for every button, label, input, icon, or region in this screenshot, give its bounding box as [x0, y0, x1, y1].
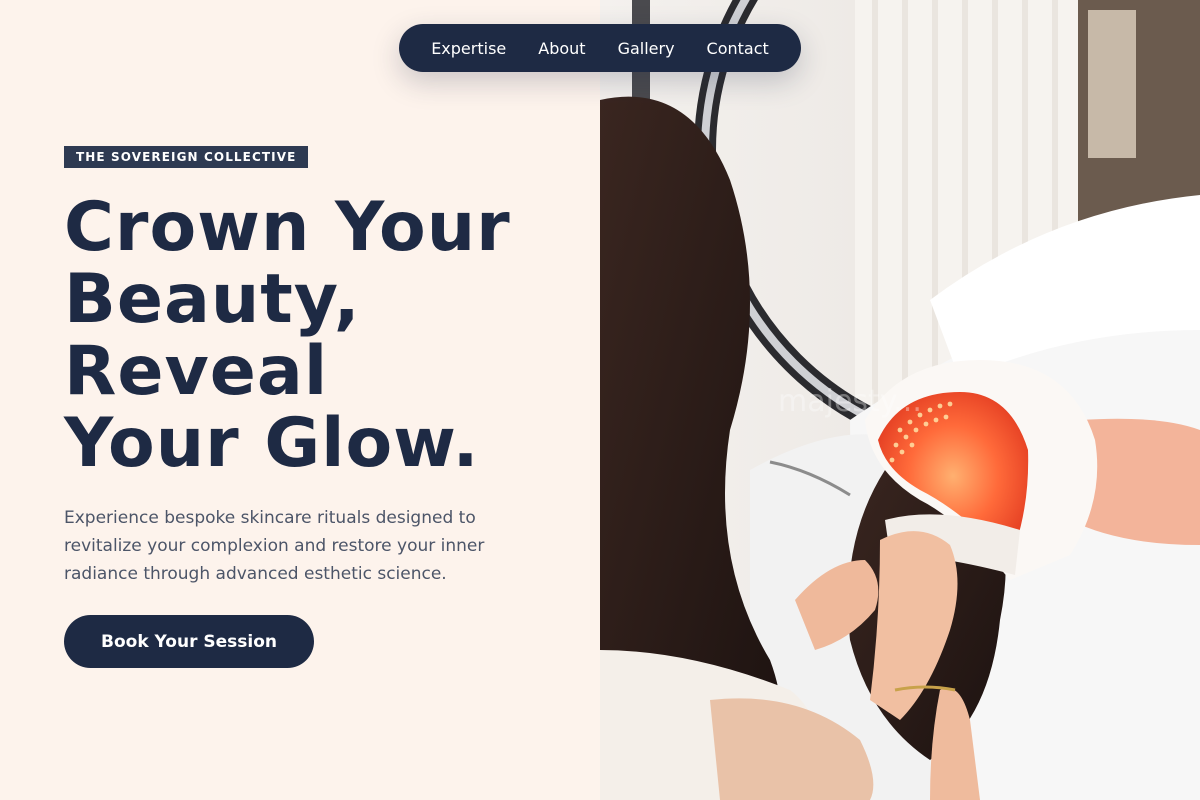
headline-line: Your Glow. — [64, 404, 480, 483]
hero-headline: Crown Your Beauty, Reveal Your Glow. — [64, 192, 584, 480]
photo-watermark: majesty... — [778, 384, 922, 419]
hero-photo: majesty... — [600, 0, 1200, 800]
headline-line: Beauty, — [64, 260, 361, 339]
description-line: Experience bespoke skincare rituals desi… — [64, 508, 476, 528]
nav-link-expertise[interactable]: Expertise — [431, 39, 506, 58]
nav-link-gallery[interactable]: Gallery — [618, 39, 675, 58]
description-line: radiance through advanced esthetic scien… — [64, 564, 447, 584]
top-navigation-bar: Expertise About Gallery Contact — [399, 24, 801, 72]
nav-link-contact[interactable]: Contact — [707, 39, 769, 58]
description-line: revitalize your complexion and restore y… — [64, 536, 485, 556]
book-session-button[interactable]: Book Your Session — [64, 615, 314, 668]
nav-link-about[interactable]: About — [538, 39, 585, 58]
hero-description: Experience bespoke skincare rituals desi… — [64, 504, 534, 588]
headline-line: Crown Your — [64, 188, 511, 267]
collective-badge: THE SOVEREIGN COLLECTIVE — [64, 146, 309, 168]
headline-line: Reveal — [64, 332, 329, 411]
